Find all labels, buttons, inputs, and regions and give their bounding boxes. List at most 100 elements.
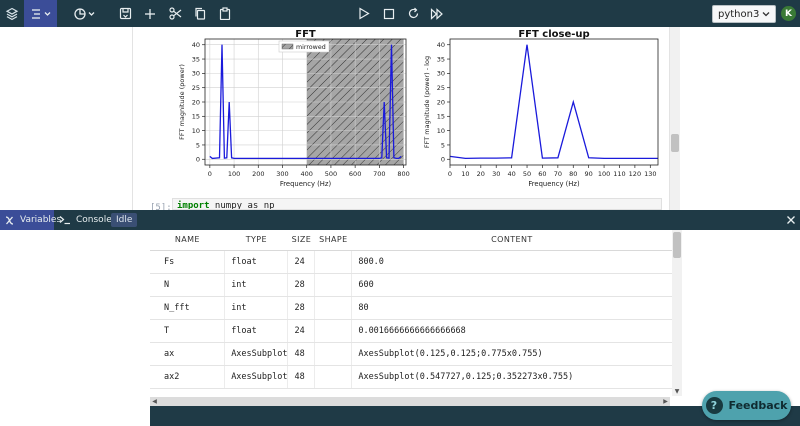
y-tick-label: 20 bbox=[437, 98, 445, 106]
x-tick-label: 120 bbox=[629, 170, 641, 178]
code-text: numpy as np bbox=[209, 201, 275, 210]
paste-icon[interactable] bbox=[216, 0, 234, 27]
fft-closeup-chart: 0 10 20 30 40 50 60 70 80 90 100 110 120 130 0 5 10 15 20 2… bbox=[423, 29, 659, 188]
y-tick-label: 10 bbox=[192, 127, 200, 135]
table-row[interactable]: ax2 AxesSubplot 48 AxesSubplot(0.547727,… bbox=[150, 365, 672, 389]
close-panel-icon[interactable] bbox=[784, 213, 798, 227]
x-tick-label: 400 bbox=[300, 170, 312, 178]
save-icon[interactable] bbox=[116, 0, 134, 27]
scroll-left-arrow-icon[interactable]: ◀ bbox=[150, 397, 159, 406]
feedback-label: Feedback bbox=[728, 399, 788, 412]
run-cell-icon[interactable] bbox=[355, 0, 373, 27]
app-logo-icon[interactable] bbox=[0, 0, 24, 27]
kernel-status-badge: Idle bbox=[111, 213, 138, 227]
kernel-select[interactable]: python3 bbox=[712, 5, 776, 23]
y-axis-label: FFT magnitude (power) - log bbox=[423, 56, 431, 148]
x-tick-label: 300 bbox=[276, 170, 288, 178]
notebook-scrollbar-thumb[interactable] bbox=[671, 134, 679, 152]
cell-content: AxesSubplot(0.125,0.125;0.775x0.755) bbox=[351, 342, 672, 366]
run-all-icon[interactable] bbox=[428, 0, 446, 27]
fft-figure: 0 100 200 300 400 500 600 700 800051015202530354… bbox=[178, 29, 659, 188]
tab-console-label: Console bbox=[76, 215, 112, 225]
chart-title: FFT close-up bbox=[518, 29, 589, 40]
notebook-scrollbar[interactable] bbox=[670, 27, 680, 210]
cell-type: AxesSubplot bbox=[224, 342, 289, 366]
variable-x-icon bbox=[4, 215, 15, 226]
cell-name: Fs bbox=[150, 250, 226, 274]
cell-shape bbox=[314, 273, 353, 297]
bottom-panel-tabbar: Variables Console Idle bbox=[0, 210, 800, 230]
restart-kernel-icon[interactable] bbox=[404, 0, 422, 27]
cell-shape bbox=[314, 296, 353, 320]
cell-size: 24 bbox=[287, 250, 316, 274]
cell-name: T bbox=[150, 319, 226, 343]
column-header-shape[interactable]: SHAPE bbox=[314, 230, 352, 251]
table-row[interactable]: N_fft int 28 80 bbox=[150, 296, 672, 320]
cell-shape bbox=[314, 342, 353, 366]
table-row[interactable]: Fs float 24 800.0 bbox=[150, 250, 672, 274]
variables-scrollbar-thumb[interactable] bbox=[673, 232, 681, 258]
variables-table: NAME TYPE SIZE SHAPE CONTENT Fs float 24… bbox=[150, 230, 672, 389]
tab-variables-label: Variables bbox=[20, 215, 62, 225]
cell-content: 80 bbox=[351, 296, 672, 320]
cell-size: 28 bbox=[287, 273, 316, 297]
scroll-right-arrow-icon[interactable]: ▶ bbox=[661, 397, 670, 406]
plot-area bbox=[450, 39, 658, 165]
column-header-content[interactable]: CONTENT bbox=[351, 230, 672, 251]
user-avatar[interactable]: K bbox=[781, 6, 796, 21]
y-tick-label: 0 bbox=[441, 156, 445, 164]
stop-kernel-icon[interactable] bbox=[380, 0, 398, 27]
chart-menu-button[interactable] bbox=[68, 0, 102, 27]
cell-name: N_fft bbox=[150, 296, 226, 320]
y-tick-label: 15 bbox=[192, 113, 200, 121]
scroll-down-arrow-icon[interactable]: ▼ bbox=[673, 388, 681, 396]
feedback-button[interactable]: ? Feedback bbox=[702, 391, 791, 420]
y-tick-label: 0 bbox=[196, 156, 200, 164]
code-cell-editor[interactable]: import numpy as np bbox=[172, 198, 662, 210]
table-row[interactable]: N int 28 600 bbox=[150, 273, 672, 297]
variables-panel: NAME TYPE SIZE SHAPE CONTENT Fs float 24… bbox=[0, 230, 800, 426]
tab-console[interactable]: Console bbox=[56, 210, 112, 230]
cell-shape bbox=[314, 365, 353, 389]
cell-size: 28 bbox=[287, 296, 316, 320]
table-row[interactable]: T float 24 0.0016666666666666668 bbox=[150, 319, 672, 343]
variables-table-container: NAME TYPE SIZE SHAPE CONTENT Fs float 24… bbox=[150, 230, 672, 398]
cell-name: ax bbox=[150, 342, 226, 366]
x-tick-label: 0 bbox=[448, 170, 452, 178]
x-tick-label: 70 bbox=[554, 170, 562, 178]
table-row[interactable]: ax AxesSubplot 48 AxesSubplot(0.125,0.12… bbox=[150, 342, 672, 366]
cell-type: AxesSubplot bbox=[224, 365, 289, 389]
horizontal-scrollbar[interactable] bbox=[150, 397, 670, 406]
column-header-type[interactable]: TYPE bbox=[224, 230, 288, 251]
y-tick-label: 5 bbox=[196, 141, 200, 149]
x-tick-label: 600 bbox=[349, 170, 361, 178]
y-tick-label: 25 bbox=[192, 84, 200, 92]
cell-content: AxesSubplot(0.547727,0.125;0.352273x0.75… bbox=[351, 365, 672, 389]
x-axis-label: Frequency (Hz) bbox=[528, 180, 580, 188]
tab-variables[interactable]: Variables bbox=[0, 210, 61, 230]
x-tick-label: 200 bbox=[252, 170, 264, 178]
column-header-name[interactable]: NAME bbox=[150, 230, 225, 251]
cell-size: 24 bbox=[287, 319, 316, 343]
table-of-contents-menu-button[interactable] bbox=[24, 0, 57, 27]
add-cell-icon[interactable] bbox=[141, 0, 159, 27]
cell-shape bbox=[314, 319, 353, 343]
cell-name: ax2 bbox=[150, 365, 226, 389]
x-tick-label: 50 bbox=[523, 170, 531, 178]
column-header-size[interactable]: SIZE bbox=[287, 230, 315, 251]
x-tick-label: 800 bbox=[397, 170, 409, 178]
y-tick-label: 40 bbox=[192, 41, 200, 49]
terminal-icon bbox=[59, 215, 71, 225]
copy-icon[interactable] bbox=[191, 0, 209, 27]
cell-type: int bbox=[224, 296, 289, 320]
cut-icon[interactable] bbox=[166, 0, 184, 27]
x-tick-label: 130 bbox=[644, 170, 656, 178]
main-toolbar: python3 K bbox=[0, 0, 800, 27]
code-keyword: import bbox=[177, 201, 210, 210]
legend-swatch bbox=[281, 43, 294, 50]
fft-chart: 0 100 200 300 400 500 600 700 800 0 5 10 15 20 25 30 35 4… bbox=[178, 29, 410, 188]
x-tick-label: 500 bbox=[325, 170, 337, 178]
x-tick-label: 700 bbox=[373, 170, 385, 178]
cell-type: float bbox=[224, 250, 289, 274]
y-tick-label: 40 bbox=[437, 41, 445, 49]
